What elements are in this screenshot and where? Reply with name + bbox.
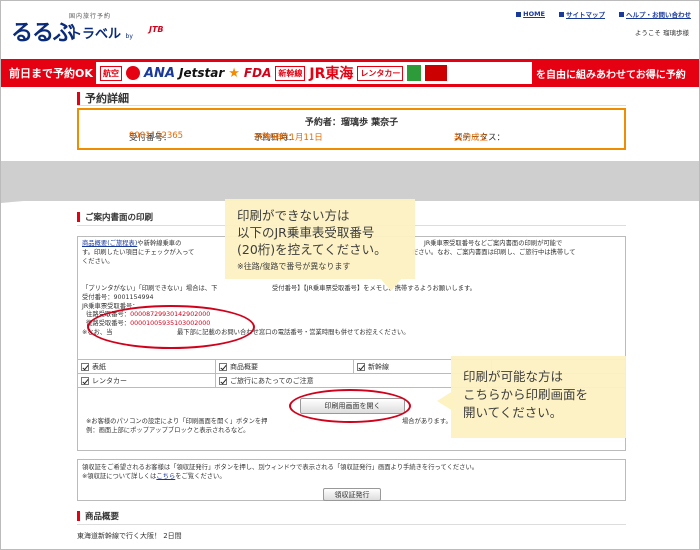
bullet-icon bbox=[516, 11, 522, 17]
promo-banner[interactable]: 前日まで予約OK 航空 ANA Jetstar ★ FDA 新幹線 JR東海 レ… bbox=[1, 59, 699, 87]
checkbox-checked-icon[interactable] bbox=[81, 362, 89, 371]
checkbox-checked-icon[interactable] bbox=[219, 362, 227, 371]
print-button-highlight bbox=[289, 389, 411, 423]
airline-label: 航空 bbox=[100, 65, 122, 81]
checkbox-checked-icon[interactable] bbox=[219, 376, 227, 385]
receipt-info-link[interactable]: こちら bbox=[156, 473, 175, 480]
divider bbox=[77, 105, 626, 106]
receipt-number-line: 受付番号：9001154994 bbox=[82, 293, 154, 301]
bullet-icon bbox=[559, 11, 564, 17]
partner-logos: 航空 ANA Jetstar ★ FDA 新幹線 JR東海 レンタカー bbox=[96, 62, 532, 84]
reservation-section-title: 予約詳細 bbox=[77, 90, 129, 106]
callout-tail bbox=[437, 391, 453, 411]
page-frame: るるぶ 国内旅行予約 トラベル by JTB HOME サイトマップ ヘルプ・お… bbox=[0, 0, 700, 550]
guide-footnote: ※お客様のパソコンの設定により「印刷画面を開く」ボタンを押 場合があります。 例：… bbox=[86, 418, 452, 434]
option-rentacar[interactable]: レンタカー bbox=[78, 374, 216, 387]
title-bar-icon bbox=[77, 91, 80, 105]
checkbox-checked-icon[interactable] bbox=[357, 362, 365, 371]
issue-receipt-button[interactable]: 領収証発行 bbox=[323, 488, 381, 501]
product-section-title: 商品概要 bbox=[77, 510, 119, 522]
jetstar-logo: Jetstar bbox=[179, 66, 225, 80]
booker-line: 予約者：瑠璃歩 葉奈子 bbox=[304, 118, 399, 128]
guide-paragraph-1: 商品概要(ご旅程表)や新幹線乗車の JR乗車票受取番号などご案内書面の印刷が可能で… bbox=[82, 240, 576, 265]
rental-logo-icon bbox=[425, 65, 448, 81]
logo-main-text: るるぶ bbox=[11, 21, 75, 46]
callout-cannot-print: 印刷ができない方は 以下のJR乗車表受取番号 (20桁)を控えてください。 ※往… bbox=[225, 199, 415, 279]
callout-can-print: 印刷が可能な方は こちらから印刷画面を 開いてください。 bbox=[451, 356, 626, 438]
option-product-summary[interactable]: 商品概要 bbox=[216, 360, 354, 373]
sitemap-link[interactable]: サイトマップ bbox=[559, 9, 605, 19]
home-link[interactable]: HOME bbox=[516, 9, 545, 19]
title-bar-icon bbox=[77, 511, 80, 521]
callout-tail bbox=[379, 277, 403, 291]
ticket-number-highlight bbox=[87, 305, 255, 349]
logo-travel: トラベル by bbox=[69, 27, 133, 42]
jtb-logo: JTB bbox=[149, 25, 164, 34]
banner-right-text: を自由に組みあわせてお得に予約 bbox=[536, 69, 686, 81]
checkbox-checked-icon[interactable] bbox=[81, 376, 89, 385]
green-logo-icon bbox=[407, 65, 422, 81]
site-header: るるぶ 国内旅行予約 トラベル by JTB HOME サイトマップ ヘルプ・お… bbox=[1, 1, 699, 59]
option-travel-notes[interactable]: ご旅行にあたってのご注意 bbox=[216, 374, 488, 387]
receipt-box: 領収証をご希望されるお客様は「領収証発行」ボタンを押し、別ウィンドウで表示される… bbox=[77, 459, 626, 501]
option-cover[interactable]: 表紙 bbox=[78, 360, 216, 373]
logo-subtitle: 国内旅行予約 bbox=[69, 13, 112, 20]
welcome-text: ようこそ 瑠璃歩様 bbox=[634, 29, 689, 37]
shinkansen-label: 新幹線 bbox=[275, 65, 306, 81]
rentacar-label: レンタカー bbox=[357, 65, 404, 81]
ana-logo: ANA bbox=[144, 65, 176, 81]
itinerary-link[interactable]: 商品概要(ご旅程表) bbox=[82, 240, 137, 247]
banner-left-text: 前日まで予約OK bbox=[9, 67, 93, 80]
band-wave bbox=[1, 169, 699, 203]
reservation-summary: 予約者：瑠璃歩 葉奈子 受付番号： 9001152365 予約日時： 2019年11… bbox=[77, 108, 626, 150]
guide-section-title: ご案内書面の印刷 bbox=[77, 211, 153, 223]
top-links: HOME サイトマップ ヘルプ・お問い合わせ bbox=[516, 9, 691, 19]
jr-tokai-logo: JR東海 bbox=[309, 66, 354, 82]
divider bbox=[77, 524, 626, 525]
fda-logo: FDA bbox=[243, 66, 272, 80]
title-bar-icon bbox=[77, 212, 80, 222]
receipt-text: 領収証をご希望されるお客様は「領収証発行」ボタンを押し、別ウィンドウで表示される… bbox=[82, 464, 479, 480]
star-icon: ★ bbox=[228, 65, 240, 81]
help-link[interactable]: ヘルプ・お問い合わせ bbox=[619, 9, 691, 19]
product-name: 東海道新幹線で行く大阪！ 2日間 bbox=[77, 532, 182, 540]
bullet-icon bbox=[619, 11, 624, 17]
jal-logo-icon bbox=[126, 66, 140, 80]
